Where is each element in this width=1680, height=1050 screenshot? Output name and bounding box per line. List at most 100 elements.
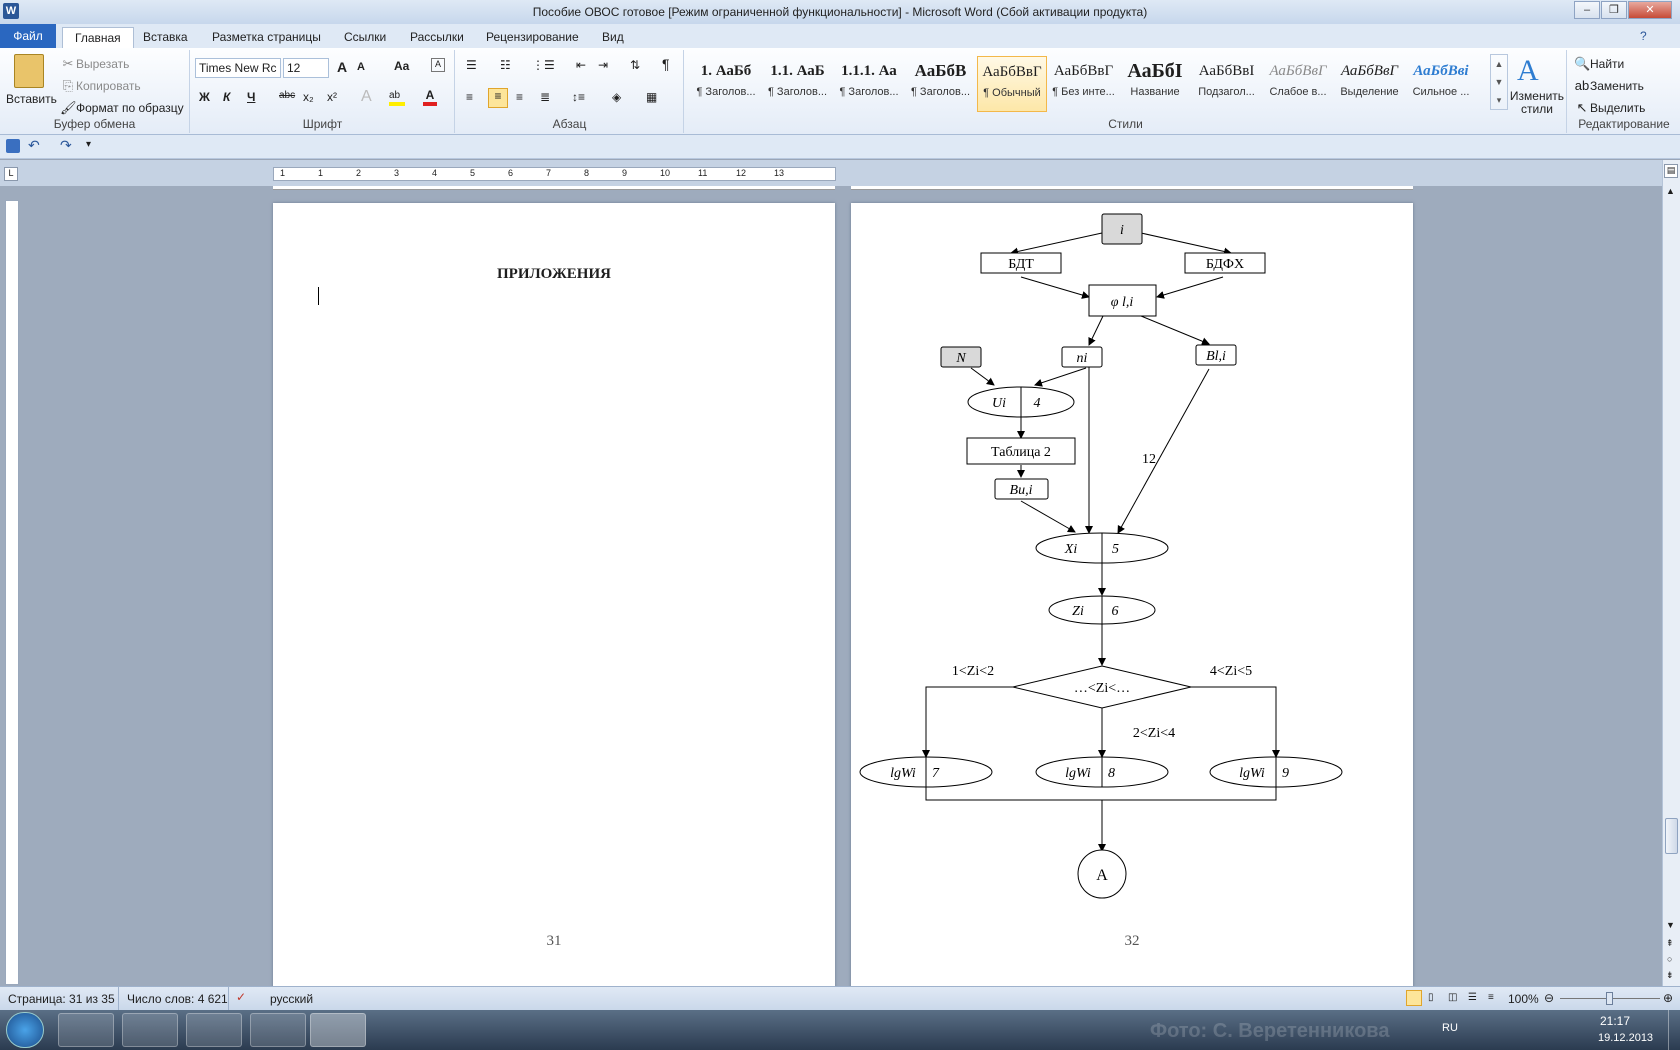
- styles-scroll-icon[interactable]: ▲ ▼ ▾: [1490, 54, 1508, 110]
- change-styles-button[interactable]: Изменить стили: [1507, 90, 1567, 116]
- pilcrow-icon[interactable]: ¶: [662, 56, 670, 72]
- close-button[interactable]: ✕: [1628, 1, 1672, 19]
- font-name-combo[interactable]: Times New Rc: [195, 58, 281, 78]
- zoom-in-icon[interactable]: ⊕: [1663, 991, 1673, 1005]
- paste-button[interactable]: Вставить: [6, 92, 57, 106]
- style-item[interactable]: АаБбВвГ Слабое в...: [1263, 56, 1333, 112]
- redo-icon[interactable]: ↷: [60, 137, 72, 154]
- show-desktop-button[interactable]: [1668, 1010, 1680, 1050]
- maximize-button[interactable]: ❐: [1601, 1, 1627, 19]
- clear-format-icon[interactable]: A: [431, 58, 445, 72]
- page-31[interactable]: ПРИЛОЖЕНИЯ 31: [273, 203, 835, 993]
- help-icon[interactable]: ?: [1640, 29, 1647, 43]
- format-painter-button[interactable]: Формат по образцу: [76, 101, 184, 115]
- sort-icon[interactable]: ⇅: [630, 58, 640, 72]
- tab-mailings[interactable]: Рассылки: [398, 27, 476, 48]
- style-item[interactable]: АаБбВві Сильное ...: [1406, 56, 1476, 112]
- scroll-down-icon[interactable]: ▼: [1666, 920, 1675, 930]
- paste-icon[interactable]: [14, 54, 44, 88]
- prev-page-icon[interactable]: ⇞: [1666, 938, 1674, 949]
- subscript-button[interactable]: x₂: [303, 90, 314, 104]
- taskbar-chrome-icon[interactable]: [122, 1013, 178, 1047]
- taskbar-explorer-icon[interactable]: [58, 1013, 114, 1047]
- numbering-icon[interactable]: ☷: [500, 58, 511, 72]
- language[interactable]: русский: [270, 992, 313, 1006]
- web-layout-icon[interactable]: ◫: [1448, 992, 1457, 1003]
- clock-time[interactable]: 21:17: [1600, 1014, 1630, 1028]
- align-center-icon[interactable]: ≡: [488, 88, 508, 108]
- borders-icon[interactable]: ▦: [646, 90, 657, 104]
- replace-button[interactable]: Заменить: [1590, 79, 1644, 93]
- scroll-up-icon[interactable]: ▲: [1666, 186, 1675, 196]
- start-button[interactable]: [6, 1012, 44, 1048]
- save-icon[interactable]: [6, 139, 20, 153]
- superscript-button[interactable]: x²: [327, 90, 337, 104]
- browse-object-icon[interactable]: ○: [1667, 954, 1672, 964]
- page-32[interactable]: i БДТ БДФХ φ l,i N ni Bl,i Ui 4 Таблица …: [851, 203, 1413, 993]
- find-button[interactable]: Найти: [1590, 57, 1624, 71]
- undo-icon[interactable]: ↶: [28, 137, 40, 154]
- scroll-thumb[interactable]: [1665, 818, 1678, 854]
- horizontal-ruler[interactable]: 1 1 2 3 4 5 6 7 8 9 10 11 12 13: [273, 167, 836, 181]
- clock-date[interactable]: 19.12.2013: [1598, 1032, 1653, 1044]
- zoom-slider-thumb[interactable]: [1606, 992, 1613, 1005]
- next-page-icon[interactable]: ⇟: [1666, 970, 1674, 981]
- copy-button[interactable]: Копировать: [76, 79, 141, 93]
- bullets-icon[interactable]: ☰: [466, 58, 477, 72]
- zoom-out-icon[interactable]: ⊖: [1544, 991, 1554, 1005]
- taskbar-app-a-icon[interactable]: [186, 1013, 242, 1047]
- line-spacing-icon[interactable]: ↕≡: [572, 90, 585, 104]
- style-item[interactable]: 1. АаБб ¶ Заголов...: [691, 56, 761, 112]
- outline-icon[interactable]: ☰: [1468, 992, 1477, 1003]
- tab-home[interactable]: Главная: [62, 27, 134, 48]
- font-color-icon[interactable]: A: [423, 88, 437, 106]
- highlight-icon[interactable]: ab: [389, 90, 405, 106]
- strikethrough-button[interactable]: abc: [279, 90, 295, 101]
- style-item[interactable]: АаБбВвГ Выделение: [1335, 56, 1405, 112]
- select-button[interactable]: Выделить: [1590, 101, 1645, 115]
- increase-indent-icon[interactable]: ⇥: [598, 58, 608, 72]
- italic-button[interactable]: К: [223, 90, 230, 104]
- style-item[interactable]: АаБбВ ¶ Заголов...: [906, 56, 976, 112]
- change-case-button[interactable]: Aa: [394, 59, 409, 73]
- page-count[interactable]: Страница: 31 из 35: [8, 992, 115, 1006]
- tab-selector-icon[interactable]: L: [4, 167, 18, 181]
- vertical-ruler[interactable]: [5, 200, 19, 985]
- print-layout-icon[interactable]: [1406, 990, 1422, 1006]
- text-effects-icon[interactable]: A: [361, 88, 372, 106]
- tab-references[interactable]: Ссылки: [332, 27, 398, 48]
- style-item[interactable]: 1.1.1. Аа ¶ Заголов...: [834, 56, 904, 112]
- tab-view[interactable]: Вид: [590, 27, 636, 48]
- style-item[interactable]: АаБбВвІ Подзагол...: [1192, 56, 1262, 112]
- change-styles-icon[interactable]: A: [1517, 54, 1539, 88]
- tab-review[interactable]: Рецензирование: [474, 27, 591, 48]
- tab-insert[interactable]: Вставка: [131, 27, 200, 48]
- shrink-font-button[interactable]: A: [357, 61, 365, 73]
- reading-view-icon[interactable]: ▯: [1428, 992, 1434, 1003]
- cut-button[interactable]: Вырезать: [76, 57, 129, 71]
- justify-icon[interactable]: ≣: [540, 90, 550, 104]
- decrease-indent-icon[interactable]: ⇤: [576, 58, 586, 72]
- tab-page-layout[interactable]: Разметка страницы: [200, 27, 333, 48]
- minimize-button[interactable]: –: [1574, 1, 1600, 19]
- draft-icon[interactable]: ≡: [1488, 992, 1494, 1003]
- multilevel-list-icon[interactable]: ⋮☰: [532, 58, 555, 72]
- font-size-combo[interactable]: 12: [283, 58, 329, 78]
- input-language[interactable]: RU: [1442, 1022, 1458, 1034]
- style-item[interactable]: АаБбІ Название: [1120, 56, 1190, 112]
- ruler-toggle-icon[interactable]: ▤: [1664, 164, 1678, 178]
- vertical-scrollbar[interactable]: ▤ ▲ ▼ ⇞ ○ ⇟: [1662, 160, 1680, 986]
- taskbar-pdf-icon[interactable]: [250, 1013, 306, 1047]
- taskbar-word-icon[interactable]: [310, 1013, 366, 1047]
- shading-icon[interactable]: ◈: [612, 90, 621, 104]
- style-item[interactable]: 1.1. АаБ ¶ Заголов...: [763, 56, 833, 112]
- spellcheck-icon[interactable]: ✓: [236, 990, 246, 1004]
- underline-button[interactable]: Ч: [247, 90, 255, 104]
- tab-file[interactable]: Файл: [0, 24, 56, 48]
- align-left-icon[interactable]: ≡: [466, 90, 473, 104]
- bold-button[interactable]: Ж: [199, 90, 210, 104]
- align-right-icon[interactable]: ≡: [516, 90, 523, 104]
- word-count[interactable]: Число слов: 4 621: [127, 992, 228, 1006]
- style-item[interactable]: АаБбВвГ ¶ Без инте...: [1049, 56, 1119, 112]
- style-item[interactable]: АаБбВвГ ¶ Обычный: [977, 56, 1047, 112]
